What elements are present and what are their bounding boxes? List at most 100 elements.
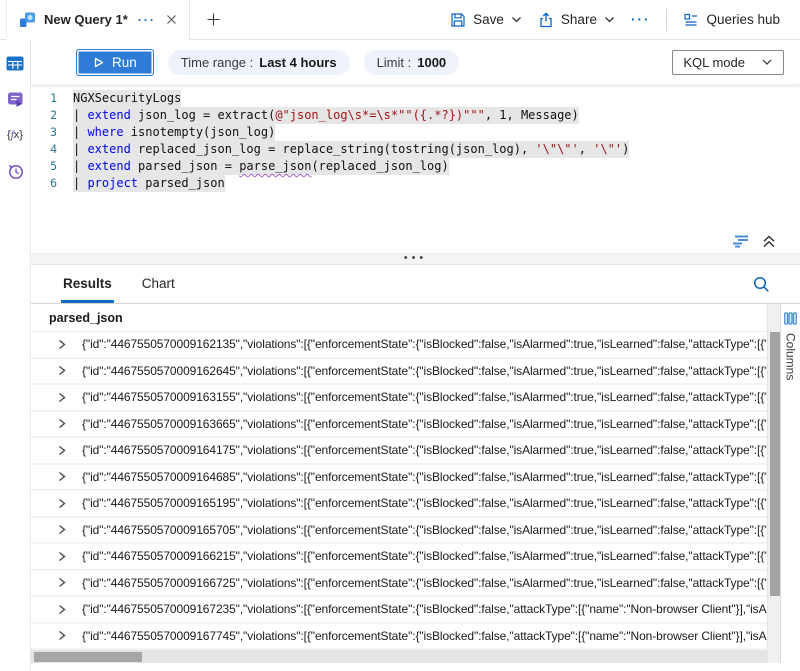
left-rail: {fx} [0, 40, 30, 671]
h-scroll-thumb[interactable] [34, 652, 142, 662]
expand-chevron-icon[interactable] [57, 471, 67, 482]
queries-hub-icon [683, 12, 699, 28]
share-button[interactable]: Share [530, 12, 623, 28]
kql-mode-select[interactable]: KQL mode [672, 50, 784, 75]
table-icon [6, 56, 24, 71]
columns-panel-label: Columns [784, 333, 798, 380]
expand-chevron-icon[interactable] [57, 339, 67, 350]
vertical-scrollbar[interactable] [767, 304, 780, 663]
horizontal-scrollbar[interactable] [31, 650, 767, 663]
row-json: {"id":"4467550570009167745","violations"… [82, 629, 767, 643]
table-row[interactable]: {"id":"4467550570009166215","violations"… [31, 544, 767, 571]
query-tab[interactable]: New Query 1* ··· [6, 0, 190, 40]
expand-chevron-icon[interactable] [57, 365, 67, 376]
expand-chevron-icon[interactable] [57, 418, 67, 429]
run-label: Run [112, 55, 137, 70]
format-lines-icon[interactable] [730, 234, 750, 248]
table-row[interactable]: {"id":"4467550570009162645","violations"… [31, 359, 767, 386]
row-json: {"id":"4467550570009162645","violations"… [82, 364, 767, 378]
history-icon [7, 163, 24, 180]
time-range-label: Time range : [181, 55, 254, 70]
script-icon [7, 91, 24, 108]
table-row[interactable]: {"id":"4467550570009167745","violations"… [31, 624, 767, 651]
queries-hub-button[interactable]: Queries hub [675, 12, 788, 28]
tab-bar: New Query 1* ··· Save [0, 0, 800, 40]
code-text: | where isnotempty(json_log) [73, 124, 275, 141]
run-button[interactable]: Run [76, 49, 154, 76]
play-icon [93, 57, 104, 68]
columns-panel-toggle[interactable]: Columns [780, 304, 800, 663]
results-tabbar: Results Chart [31, 265, 800, 303]
table-row[interactable]: {"id":"4467550570009165195","violations"… [31, 491, 767, 518]
more-icon: ··· [631, 12, 651, 27]
sidebar-item-connections[interactable] [5, 54, 25, 72]
collapse-up-icon[interactable] [762, 234, 776, 248]
tab-results[interactable]: Results [61, 265, 114, 303]
code-text: | extend json_log = extract(@"json_log\s… [73, 107, 579, 124]
app-logo-icon [19, 11, 36, 28]
line-number: 3 [31, 124, 73, 141]
save-button[interactable]: Save [442, 12, 530, 28]
expand-chevron-icon[interactable] [57, 604, 67, 615]
sidebar-item-functions[interactable]: {fx} [5, 126, 25, 144]
code-line[interactable]: 4| extend replaced_json_log = replace_st… [31, 141, 800, 158]
line-number: 2 [31, 107, 73, 124]
table-row[interactable]: {"id":"4467550570009167235","violations"… [31, 597, 767, 624]
tab-chart[interactable]: Chart [140, 265, 177, 303]
expand-chevron-icon[interactable] [57, 498, 67, 509]
expand-chevron-icon[interactable] [57, 577, 67, 588]
limit-value: 1000 [417, 55, 446, 70]
tab-results-label: Results [63, 276, 112, 291]
tab-close-icon[interactable] [166, 14, 177, 25]
sidebar-item-scripts[interactable] [5, 90, 25, 108]
save-icon [450, 12, 466, 28]
new-tab-button[interactable] [190, 0, 237, 39]
line-number: 5 [31, 158, 73, 175]
code-text: NGXSecurityLogs [73, 90, 181, 107]
time-range-pill[interactable]: Time range : Last 4 hours [168, 50, 350, 75]
v-scroll-thumb[interactable] [770, 332, 780, 596]
expand-chevron-icon[interactable] [57, 551, 67, 562]
line-number: 1 [31, 90, 73, 107]
save-label: Save [473, 12, 504, 27]
row-json: {"id":"4467550570009164175","violations"… [82, 443, 767, 457]
code-line[interactable]: 1NGXSecurityLogs [31, 90, 800, 107]
line-number: 4 [31, 141, 73, 158]
row-json: {"id":"4467550570009163665","violations"… [82, 417, 767, 431]
table-row[interactable]: {"id":"4467550570009164685","violations"… [31, 465, 767, 492]
row-json: {"id":"4467550570009165705","violations"… [82, 523, 767, 537]
tab-title: New Query 1* [44, 12, 128, 27]
expand-chevron-icon[interactable] [57, 630, 67, 641]
code-line[interactable]: 3| where isnotempty(json_log) [31, 124, 800, 141]
table-row[interactable]: {"id":"4467550570009163155","violations"… [31, 385, 767, 412]
row-json: {"id":"4467550570009165195","violations"… [82, 496, 767, 510]
column-header-label: parsed_json [49, 311, 123, 325]
column-header-parsed-json[interactable]: parsed_json [31, 304, 767, 332]
main-panel: Run Time range : Last 4 hours Limit : 10… [30, 40, 800, 671]
chevron-down-icon [604, 14, 615, 25]
sidebar-item-history[interactable] [5, 162, 25, 180]
splitter-handle[interactable]: ••• [404, 253, 428, 264]
expand-chevron-icon[interactable] [57, 392, 67, 403]
more-button[interactable]: ··· [623, 12, 659, 27]
query-editor[interactable]: 1NGXSecurityLogs2| extend json_log = ext… [31, 85, 800, 253]
code-line[interactable]: 5| extend parsed_json = parse_json(repla… [31, 158, 800, 175]
table-row[interactable]: {"id":"4467550570009163665","violations"… [31, 412, 767, 439]
grid-column: parsed_json {"id":"4467550570009162135",… [31, 304, 767, 663]
search-button[interactable] [752, 265, 770, 303]
topbar-divider [666, 9, 667, 31]
code-line[interactable]: 6| project parsed_json [31, 175, 800, 192]
row-json: {"id":"4467550570009166215","violations"… [82, 549, 767, 563]
table-row[interactable]: {"id":"4467550570009165705","violations"… [31, 518, 767, 545]
code-line[interactable]: 2| extend json_log = extract(@"json_log\… [31, 107, 800, 124]
expand-chevron-icon[interactable] [57, 445, 67, 456]
tab-chart-label: Chart [142, 276, 175, 291]
limit-pill[interactable]: Limit : 1000 [364, 50, 460, 75]
table-row[interactable]: {"id":"4467550570009166725","violations"… [31, 571, 767, 598]
tab-more-icon[interactable]: ··· [138, 13, 156, 27]
results-grid: parsed_json {"id":"4467550570009162135",… [31, 303, 800, 663]
table-row[interactable]: {"id":"4467550570009164175","violations"… [31, 438, 767, 465]
table-row[interactable]: {"id":"4467550570009162135","violations"… [31, 332, 767, 359]
pane-splitter[interactable]: ••• [31, 253, 800, 265]
expand-chevron-icon[interactable] [57, 524, 67, 535]
